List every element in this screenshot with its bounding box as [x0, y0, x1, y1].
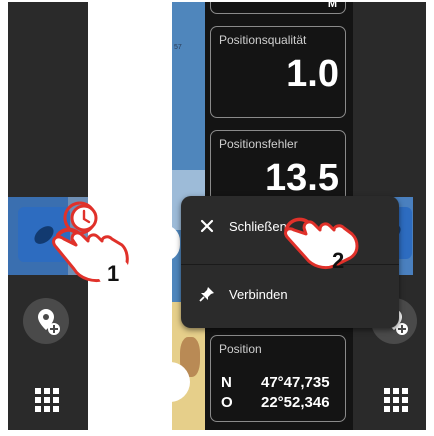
callout-number-2: 2	[332, 248, 345, 273]
position-error-box[interactable]: Positionsfehler 13.5	[210, 130, 346, 202]
top-badge: M	[327, 2, 337, 10]
grid-icon	[384, 388, 408, 412]
longitude-value: 22°52,346	[261, 394, 330, 411]
latitude-prefix: N	[221, 374, 232, 391]
position-quality-label: Positionsqualität	[219, 33, 307, 47]
position-error-label: Positionsfehler	[219, 137, 298, 151]
grid-icon	[35, 388, 59, 412]
position-error-value: 13.5	[265, 157, 339, 199]
apps-grid-button-right[interactable]	[383, 387, 409, 418]
close-icon	[200, 219, 214, 233]
latitude-value: 47°47,735	[261, 374, 330, 391]
longitude-prefix: O	[221, 394, 233, 411]
pin-icon	[199, 287, 214, 302]
top-data-box: M	[210, 2, 346, 14]
position-quality-box[interactable]: Positionsqualität 1.0	[210, 26, 346, 118]
callout-number-1: 1	[107, 261, 120, 286]
position-box[interactable]: Position N 47°47,735 O 22°52,346	[210, 335, 346, 422]
position-label: Position	[219, 342, 262, 356]
menu-item-connect-label: Verbinden	[229, 287, 288, 302]
map-depth-number: 57	[174, 44, 182, 51]
callout-badge-1: 1	[96, 255, 132, 291]
callout-badge-2: 2	[328, 248, 360, 276]
apps-grid-button[interactable]	[34, 387, 60, 418]
position-quality-value: 1.0	[286, 53, 339, 95]
